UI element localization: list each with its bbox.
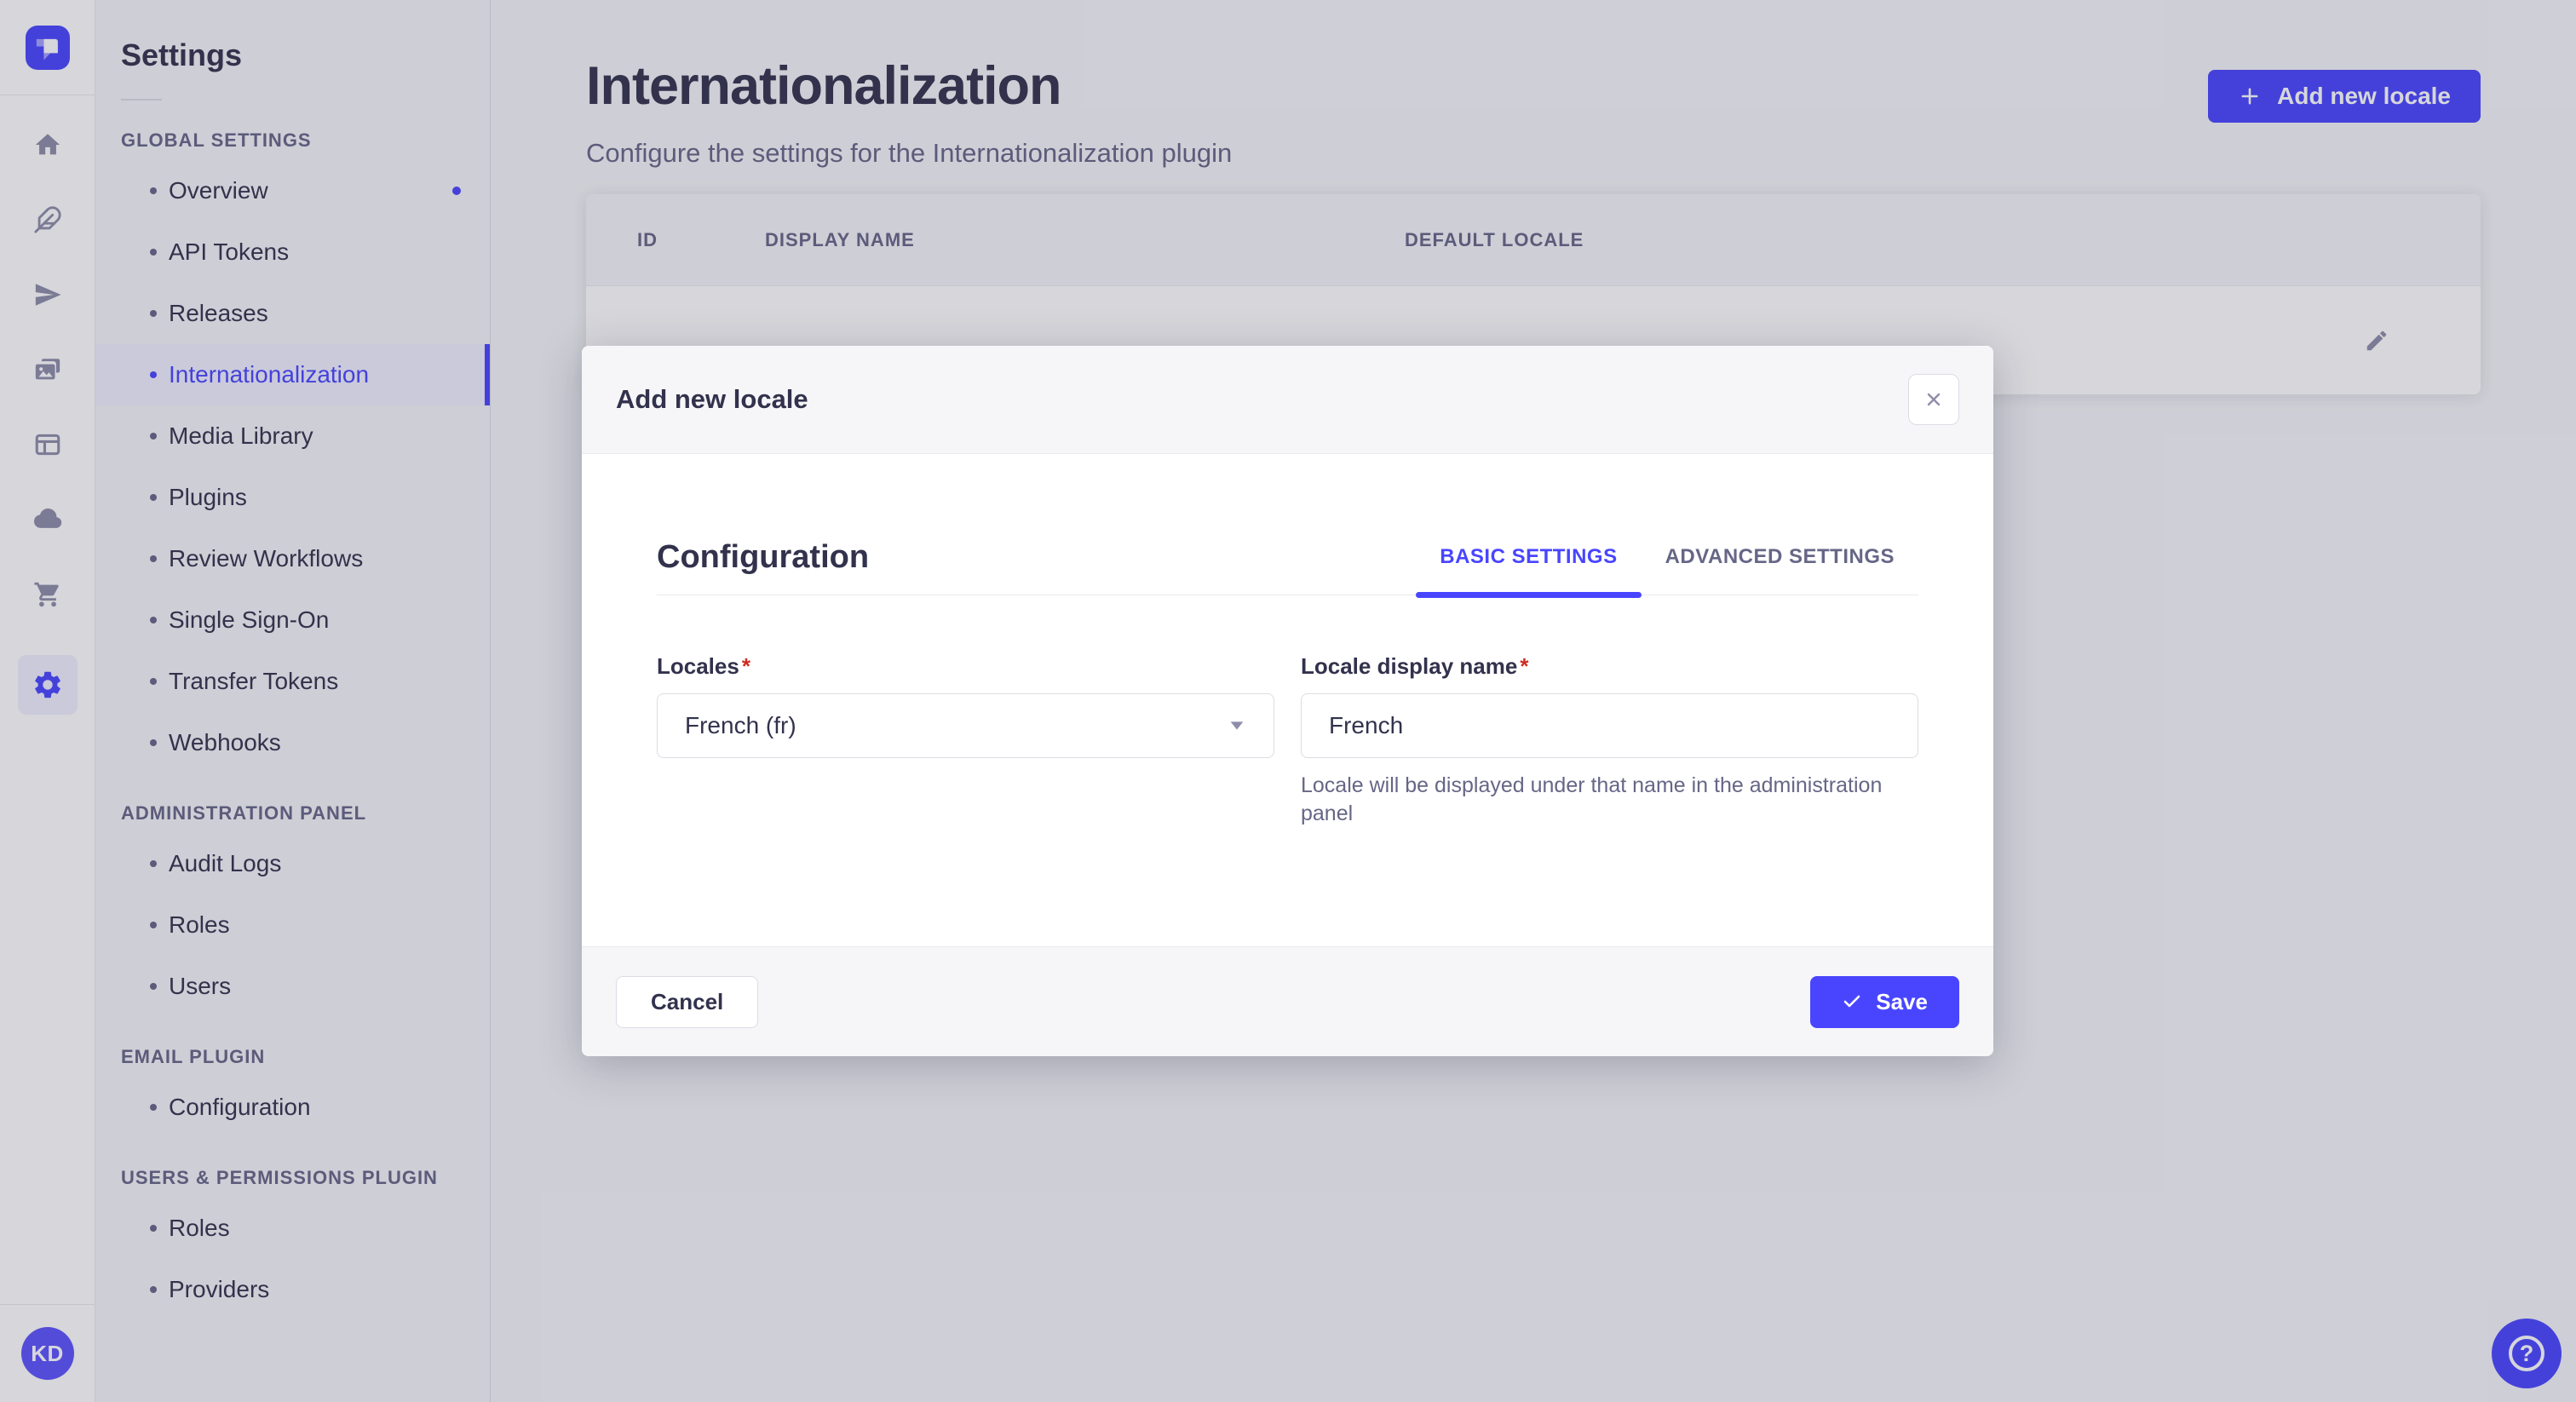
close-modal-button[interactable] [1908, 374, 1959, 425]
cancel-button[interactable]: Cancel [616, 975, 759, 1028]
locales-field: Locales * French (fr) [657, 653, 1274, 828]
configuration-title: Configuration [657, 539, 870, 575]
save-button-label: Save [1876, 988, 1928, 1014]
chevron-down-icon [1230, 721, 1244, 730]
modal-tabs: BASIC SETTINGS ADVANCED SETTINGS [1416, 545, 1918, 598]
close-icon [1927, 393, 1941, 406]
add-locale-modal: Add new locale Configuration BASIC SETTI… [582, 346, 1993, 1056]
required-asterisk: * [1520, 653, 1529, 679]
display-name-label-text: Locale display name [1301, 653, 1518, 679]
configuration-header: Configuration BASIC SETTINGS ADVANCED SE… [657, 539, 1918, 598]
modal-title: Add new locale [616, 384, 808, 414]
locale-form: Locales * French (fr) Locale display name… [657, 653, 1918, 828]
modal-header: Add new locale [582, 346, 1993, 454]
display-name-input[interactable] [1301, 693, 1918, 758]
required-asterisk: * [741, 653, 750, 679]
display-name-label: Locale display name * [1301, 653, 1918, 680]
display-name-hint: Locale will be displayed under that name… [1301, 773, 1883, 825]
display-name-field: Locale display name* Locale will be disp… [1301, 653, 1918, 828]
modal-body: Configuration BASIC SETTINGS ADVANCED SE… [582, 454, 1993, 946]
tab-basic-settings[interactable]: BASIC SETTINGS [1416, 545, 1642, 598]
locales-select-value: French (fr) [685, 712, 796, 738]
save-button[interactable]: Save [1810, 975, 1959, 1028]
tab-advanced-settings[interactable]: ADVANCED SETTINGS [1642, 545, 1918, 595]
modal-footer: Cancel Save [582, 946, 1993, 1056]
locales-label-text: Locales [657, 653, 739, 679]
locales-select[interactable]: French (fr) [657, 693, 1274, 758]
check-icon [1843, 995, 1860, 1008]
locales-label: Locales * [657, 653, 1274, 680]
